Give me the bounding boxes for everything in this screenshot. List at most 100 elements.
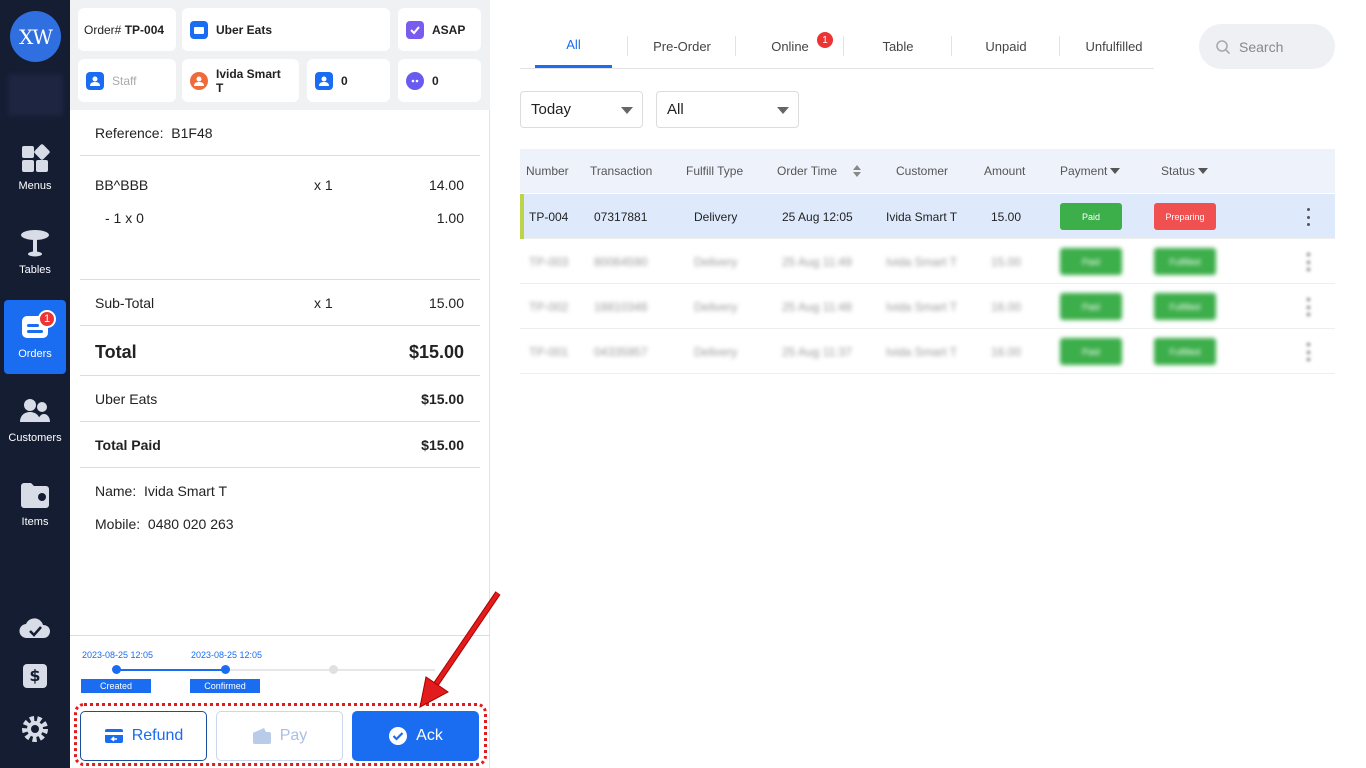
divider — [80, 155, 480, 156]
row-amount: 16.00 — [991, 344, 1022, 359]
order-status-badge[interactable]: Fulfilled — [1154, 338, 1216, 365]
date-filter-value: Today — [531, 101, 572, 118]
search-input[interactable]: Search — [1199, 24, 1335, 69]
row-order-time: 25 Aug 11:48 — [782, 299, 852, 314]
row-order-time: 25 Aug 11:49 — [782, 254, 852, 269]
store-name-blurred — [8, 74, 63, 116]
cloud-check-icon[interactable] — [19, 612, 51, 644]
channel-chip[interactable]: Uber Eats — [182, 8, 390, 51]
cash-register-icon[interactable]: $ — [19, 660, 51, 692]
items-icon — [21, 483, 49, 508]
tab-unfulfilled[interactable]: Unfulfilled — [1060, 24, 1168, 68]
tab-unpaid[interactable]: Unpaid — [952, 24, 1060, 68]
row-amount: 15.00 — [991, 254, 1022, 269]
customers-icon — [20, 399, 50, 422]
annotation-arrow — [419, 591, 501, 708]
tab-all[interactable]: All — [535, 24, 612, 68]
payment-status-badge: Paid — [1060, 203, 1122, 230]
nav-tables[interactable]: Tables — [4, 216, 66, 290]
staff-icon — [86, 71, 104, 90]
guest-count-chip[interactable]: 0 — [307, 59, 390, 102]
nav-items[interactable]: Items — [4, 468, 66, 542]
svg-text:$: $ — [29, 666, 40, 685]
customer-chip[interactable]: Ivida Smart T — [182, 59, 299, 102]
more-options-icon[interactable] — [1306, 343, 1310, 361]
guest-icon — [315, 71, 333, 90]
item-qty: x 1 — [314, 177, 333, 193]
buttons-highlight — [74, 703, 487, 766]
order-status-badge[interactable]: Fulfilled — [1154, 248, 1216, 275]
customer-name-row: Name: Ivida Smart T — [95, 483, 227, 499]
nav-orders-label: Orders — [18, 348, 52, 360]
col-number[interactable]: Number — [526, 149, 569, 193]
row-transaction: 18810348 — [594, 299, 648, 314]
order-status-badge[interactable]: Fulfilled — [1154, 293, 1216, 320]
row-number: TP-002 — [529, 299, 569, 314]
table-row[interactable]: TP-003 80064590 Delivery 25 Aug 11:49 Iv… — [520, 239, 1335, 284]
table-row[interactable]: TP-004 07317881 Delivery 25 Aug 12:05 Iv… — [520, 194, 1335, 239]
divider — [80, 375, 480, 376]
row-amount: 15.00 — [991, 209, 1022, 224]
nav-orders[interactable]: 1 Orders — [4, 300, 66, 374]
customer-chip-name: Ivida Smart T — [216, 66, 281, 95]
staff-chip[interactable]: Staff — [78, 59, 176, 102]
item-price: 14.00 — [428, 177, 464, 193]
order-number-label: Order# — [84, 22, 122, 37]
app-logo: XW — [10, 11, 61, 62]
total-paid-label: Total Paid — [95, 437, 161, 453]
nav-menus[interactable]: Menus — [4, 132, 66, 206]
name-value: Ivida Smart T — [144, 483, 228, 499]
subtotal-label: Sub-Total — [95, 295, 155, 311]
subtotal-value: 15.00 — [428, 295, 464, 311]
search-placeholder: Search — [1239, 38, 1284, 55]
row-amount: 16.00 — [991, 299, 1022, 314]
col-transaction[interactable]: Transaction — [590, 149, 652, 193]
col-order-time[interactable]: Order Time — [777, 149, 837, 193]
date-filter-select[interactable]: Today — [520, 91, 643, 128]
payment-method-label: Uber Eats — [95, 391, 158, 407]
col-payment[interactable]: Payment — [1060, 149, 1121, 193]
chevron-down-icon — [621, 107, 633, 114]
settings-gear-icon[interactable] — [19, 713, 51, 745]
more-options-icon[interactable] — [1306, 298, 1310, 316]
guest-count: 0 — [341, 73, 348, 88]
order-status-badge[interactable]: Preparing — [1154, 203, 1216, 230]
nav-customers-label: Customers — [8, 432, 62, 444]
type-filter-select[interactable]: All — [656, 91, 799, 128]
col-status[interactable]: Status — [1161, 149, 1209, 193]
timing-chip[interactable]: ASAP — [398, 8, 481, 51]
item-modifier: - 1 x 0 — [105, 210, 144, 226]
extra-count-chip[interactable]: 0 — [398, 59, 481, 102]
timeline-dot-confirmed — [221, 665, 230, 674]
tab-table[interactable]: Table — [844, 24, 952, 68]
orders-table-header: Number Transaction Fulfill Type Order Ti… — [520, 149, 1335, 193]
more-options-icon[interactable] — [1306, 253, 1310, 271]
name-label: Name: — [95, 483, 137, 499]
staff-placeholder: Staff — [112, 73, 137, 88]
timeline-tag-created: Created — [81, 679, 151, 693]
col-fulfill-type[interactable]: Fulfill Type — [686, 149, 743, 193]
order-number-chip: Order# TP-004 — [78, 8, 176, 51]
sort-icon[interactable] — [852, 164, 862, 178]
uber-eats-icon — [190, 20, 208, 39]
tab-pre-order[interactable]: Pre-Order — [628, 24, 736, 68]
total-label: Total — [95, 342, 137, 362]
caret-down-icon — [1110, 168, 1121, 174]
col-amount[interactable]: Amount — [984, 149, 1025, 193]
row-fulfill-type: Delivery — [694, 299, 738, 314]
nav-items-label: Items — [21, 516, 49, 528]
reference-row: Reference: B1F48 — [95, 125, 213, 141]
table-row[interactable]: TP-002 18810348 Delivery 25 Aug 11:48 Iv… — [520, 284, 1335, 329]
menus-icon — [22, 144, 50, 172]
subtotal-qty: x 1 — [314, 295, 333, 311]
col-status-label: Status — [1161, 164, 1196, 178]
table-row[interactable]: TP-001 04335957 Delivery 25 Aug 11:37 Iv… — [520, 329, 1335, 374]
more-options-icon[interactable] — [1306, 208, 1310, 226]
row-fulfill-type: Delivery — [694, 209, 738, 224]
nav-customers[interactable]: Customers — [4, 384, 66, 458]
bot-icon — [406, 71, 424, 90]
divider — [80, 325, 480, 326]
divider — [80, 279, 480, 280]
col-customer[interactable]: Customer — [896, 149, 948, 193]
row-customer: Ivida Smart T — [886, 254, 958, 269]
